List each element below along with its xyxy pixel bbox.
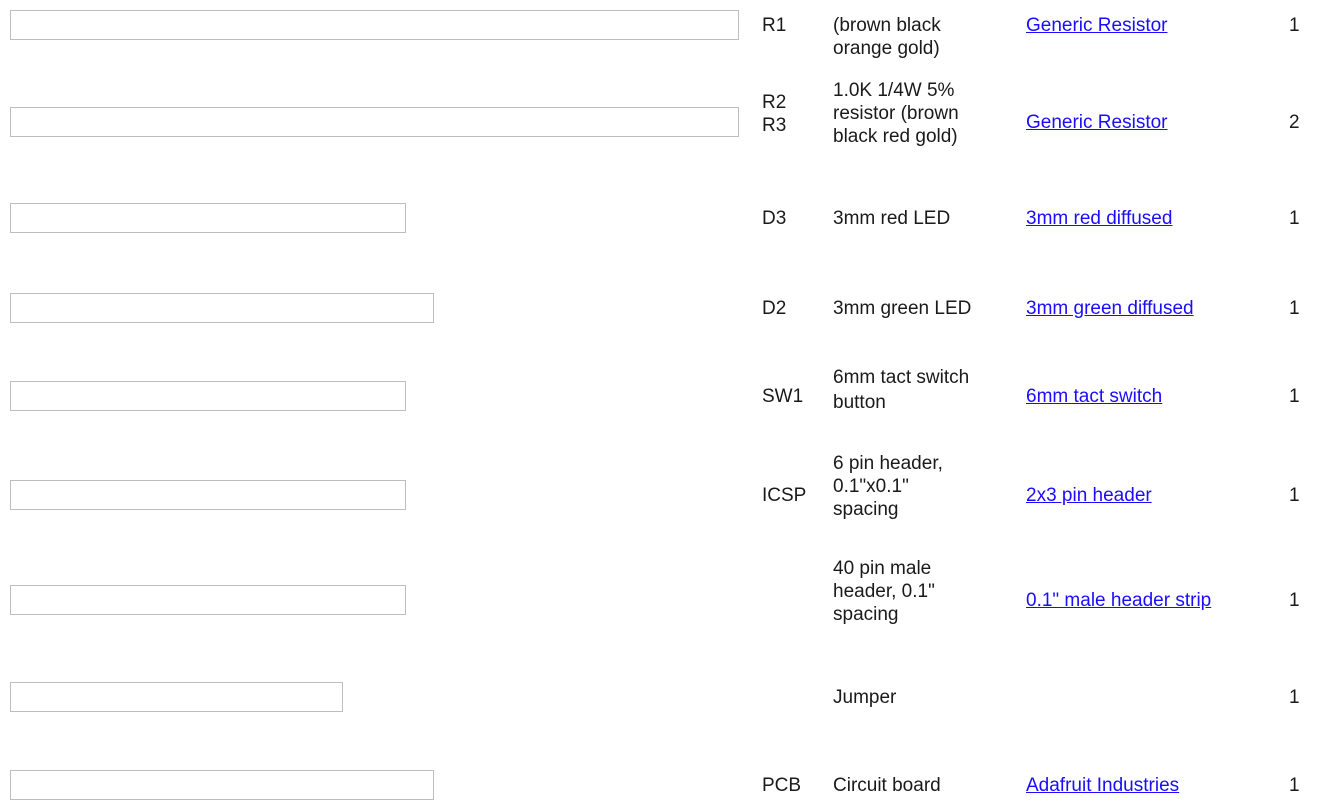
part-image xyxy=(10,585,406,615)
part-link[interactable]: Adafruit Industries xyxy=(1026,775,1179,796)
quantity: 1 xyxy=(1289,775,1300,796)
part-link-cell: 2x3 pin header xyxy=(1026,484,1152,507)
part-link[interactable]: 3mm red diffused xyxy=(1026,208,1172,229)
description-line: black red gold) xyxy=(833,126,958,147)
ref-designator: PCB xyxy=(762,774,801,797)
ref-designator: SW1 xyxy=(762,385,803,408)
ref-line: SW1 xyxy=(762,386,804,407)
description-line: spacing xyxy=(833,604,899,625)
ref-designator: R2 R3 xyxy=(762,91,786,137)
ref-line: R2 xyxy=(762,92,787,113)
part-description: (brown black orange gold) xyxy=(833,14,941,60)
description-line: 3mm green LED xyxy=(833,298,972,319)
part-link-cell: Adafruit Industries xyxy=(1026,774,1179,797)
quantity: 2 xyxy=(1289,112,1300,133)
part-description: 40 pin male header, 0.1" spacing xyxy=(833,557,935,626)
part-image xyxy=(10,293,434,323)
description-line: spacing xyxy=(833,499,899,520)
part-description: Jumper xyxy=(833,686,896,709)
description-line: orange gold) xyxy=(833,38,940,59)
part-image xyxy=(10,480,406,510)
part-image xyxy=(10,10,739,40)
quantity: 1 xyxy=(1289,485,1300,506)
ref-designator: ICSP xyxy=(762,484,806,507)
description-line: 6mm tact switch xyxy=(833,367,970,388)
part-link-cell: Generic Resistor xyxy=(1026,111,1168,134)
part-link[interactable]: Generic Resistor xyxy=(1026,15,1168,36)
description-line: Circuit board xyxy=(833,775,941,796)
description-line: header, 0.1" xyxy=(833,581,935,602)
part-description: 3mm green LED xyxy=(833,297,971,320)
ref-line: PCB xyxy=(762,775,802,796)
part-image xyxy=(10,203,406,233)
description-line: (brown black xyxy=(833,15,941,36)
part-link-cell: 6mm tact switch xyxy=(1026,385,1162,408)
ref-line: D2 xyxy=(762,298,787,319)
part-image xyxy=(10,107,739,137)
part-description: 3mm red LED xyxy=(833,207,950,230)
part-link[interactable]: 6mm tact switch xyxy=(1026,386,1162,407)
part-link[interactable]: 0.1" male header strip xyxy=(1026,590,1211,611)
description-line: resistor (brown xyxy=(833,103,959,124)
part-link-cell: 3mm red diffused xyxy=(1026,207,1172,230)
part-link[interactable]: Generic Resistor xyxy=(1026,112,1168,133)
quantity: 1 xyxy=(1289,15,1300,36)
part-link[interactable]: 2x3 pin header xyxy=(1026,485,1152,506)
description-line: 0.1"x0.1" xyxy=(833,476,909,497)
quantity: 1 xyxy=(1289,298,1300,319)
part-link-cell: 0.1" male header strip xyxy=(1026,589,1211,612)
ref-line: D3 xyxy=(762,208,787,229)
part-link-cell: Generic Resistor xyxy=(1026,14,1168,37)
ref-line: R1 xyxy=(762,15,787,36)
description-line: button xyxy=(833,392,886,413)
ref-designator: R1 xyxy=(762,14,786,37)
description-line: 3mm red LED xyxy=(833,208,951,229)
quantity: 1 xyxy=(1289,687,1300,708)
description-line: Jumper xyxy=(833,687,897,708)
description-line: 6 pin header, xyxy=(833,453,943,474)
part-description: 1.0K 1/4W 5% resistor (brown black red g… xyxy=(833,79,959,148)
part-link[interactable]: 3mm green diffused xyxy=(1026,298,1194,319)
part-description: Circuit board xyxy=(833,774,941,797)
description-line: 40 pin male xyxy=(833,558,932,579)
description-line: 1.0K 1/4W 5% xyxy=(833,80,955,101)
ref-designator: D3 xyxy=(762,207,786,230)
quantity: 1 xyxy=(1289,590,1300,611)
quantity: 1 xyxy=(1289,208,1300,229)
part-image xyxy=(10,770,434,800)
part-description: 6mm tact switch button xyxy=(833,366,969,414)
ref-designator: D2 xyxy=(762,297,786,320)
part-link-cell: 3mm green diffused xyxy=(1026,297,1194,320)
part-description: 6 pin header, 0.1"x0.1" spacing xyxy=(833,452,943,521)
ref-line: R3 xyxy=(762,115,787,136)
ref-line: ICSP xyxy=(762,485,807,506)
quantity: 1 xyxy=(1289,386,1300,407)
part-image xyxy=(10,381,406,411)
part-image xyxy=(10,682,343,712)
